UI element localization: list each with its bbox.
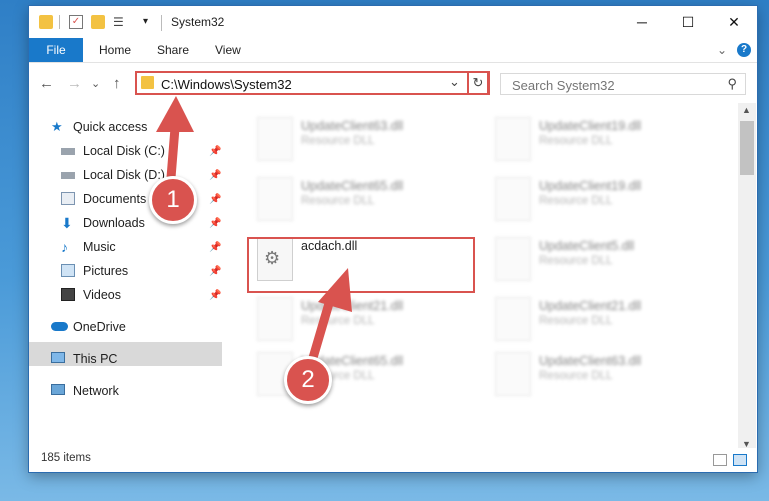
arrow-2 — [305, 268, 352, 373]
step-badge-2: 2 — [284, 356, 332, 404]
step-badge-1: 1 — [149, 176, 197, 224]
annotation-arrows — [156, 96, 352, 373]
